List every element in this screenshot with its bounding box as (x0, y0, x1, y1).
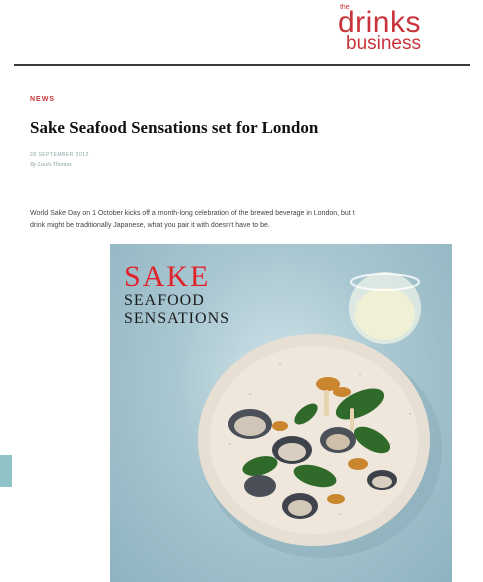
site-header: the drinks business (0, 0, 483, 66)
logo-sub-text: business (346, 33, 421, 54)
hero-title-sensations: SENSATIONS (124, 310, 231, 327)
article-intro-line-2: drink might be traditionally Japanese, w… (30, 222, 270, 229)
side-tab[interactable] (0, 455, 12, 487)
logo-small-text: the (339, 4, 350, 11)
author-link[interactable]: By Louis Thomas (30, 162, 72, 168)
hero-title-seafood: SEAFOOD (124, 292, 205, 309)
article-intro: World Sake Day on 1 October kicks off a … (30, 208, 478, 232)
article-title: Sake Seafood Sensations set for London (30, 118, 319, 137)
article-date: 28 SEPTEMBER 2012 (30, 152, 89, 158)
category-link[interactable]: NEWS (30, 96, 55, 103)
header-divider (14, 64, 470, 66)
wine-glass-graphic (349, 272, 421, 344)
site-logo[interactable]: the drinks business (338, 2, 421, 53)
hero-title-sake: SAKE (124, 260, 211, 293)
hero-title: SAKE SEAFOOD SENSATIONS (124, 262, 230, 328)
hero-image: SAKE SEAFOOD SENSATIONS (110, 244, 452, 582)
article-intro-line-1: World Sake Day on 1 October kicks off a … (30, 210, 355, 217)
